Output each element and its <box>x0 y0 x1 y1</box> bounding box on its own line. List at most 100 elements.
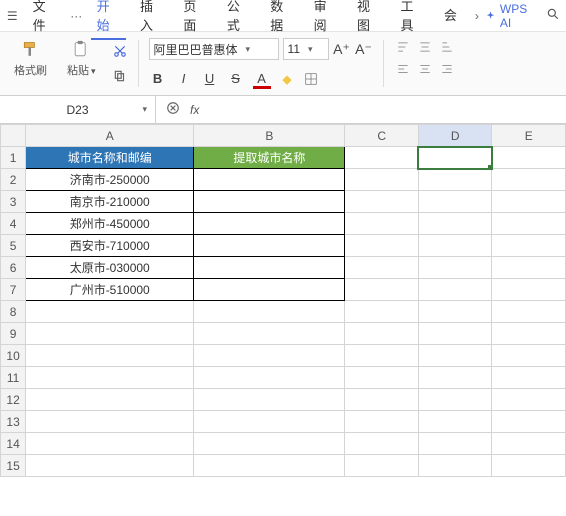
cell-B7[interactable] <box>194 279 345 301</box>
row-header[interactable]: 5 <box>1 235 26 257</box>
cell[interactable] <box>194 323 345 345</box>
wps-ai-button[interactable]: WPS AI <box>485 2 538 30</box>
cell[interactable] <box>492 411 566 433</box>
row-header[interactable]: 7 <box>1 279 26 301</box>
cell[interactable] <box>418 455 492 477</box>
cell[interactable] <box>418 235 492 257</box>
cell[interactable] <box>345 433 419 455</box>
cancel-formula-button[interactable] <box>166 101 180 118</box>
cell-B4[interactable] <box>194 213 345 235</box>
align-right-button[interactable] <box>438 60 456 78</box>
row-header[interactable]: 9 <box>1 323 26 345</box>
cell-D1[interactable] <box>418 147 492 169</box>
cell-A5[interactable]: 西安市-710000 <box>26 235 194 257</box>
cell[interactable] <box>26 411 194 433</box>
cell[interactable] <box>26 301 194 323</box>
cell[interactable] <box>345 235 419 257</box>
row-header[interactable]: 8 <box>1 301 26 323</box>
cell[interactable] <box>194 433 345 455</box>
borders-button[interactable] <box>303 71 319 87</box>
cell[interactable] <box>26 455 194 477</box>
cell[interactable] <box>345 345 419 367</box>
cell[interactable] <box>345 169 419 191</box>
cell-A1[interactable]: 城市名称和邮编 <box>26 147 194 169</box>
cell[interactable] <box>26 323 194 345</box>
cell-B3[interactable] <box>194 191 345 213</box>
cell[interactable] <box>492 169 566 191</box>
menu-tools[interactable]: 工具 <box>394 0 429 40</box>
cell[interactable] <box>345 455 419 477</box>
cell[interactable] <box>418 169 492 191</box>
row-header[interactable]: 4 <box>1 213 26 235</box>
cell[interactable] <box>26 433 194 455</box>
cell[interactable] <box>26 367 194 389</box>
cell-B2[interactable] <box>194 169 345 191</box>
menu-start[interactable]: 开始 <box>91 0 126 40</box>
row-header[interactable]: 2 <box>1 169 26 191</box>
underline-button[interactable]: U <box>201 71 219 89</box>
cell[interactable] <box>492 389 566 411</box>
decrease-font-button[interactable]: A⁻ <box>355 41 373 58</box>
cell[interactable] <box>345 367 419 389</box>
cell[interactable] <box>418 257 492 279</box>
name-box[interactable]: D23 ▾ <box>0 96 156 123</box>
cell[interactable] <box>418 411 492 433</box>
cell[interactable] <box>418 213 492 235</box>
menu-overflow-chevron[interactable]: › <box>471 9 483 23</box>
cell[interactable] <box>418 433 492 455</box>
fill-color-button[interactable] <box>279 71 295 87</box>
increase-font-button[interactable]: A⁺ <box>333 41 351 58</box>
row-header[interactable]: 14 <box>1 433 26 455</box>
italic-button[interactable]: I <box>175 71 193 89</box>
cell[interactable] <box>26 389 194 411</box>
menu-view[interactable]: 视图 <box>351 0 386 40</box>
menu-insert[interactable]: 插入 <box>134 0 169 40</box>
col-header-E[interactable]: E <box>492 125 566 147</box>
cell[interactable] <box>418 389 492 411</box>
cell[interactable] <box>418 301 492 323</box>
copy-button[interactable] <box>112 68 128 84</box>
font-color-button[interactable]: A <box>253 71 271 89</box>
cell[interactable] <box>345 191 419 213</box>
font-size-select[interactable]: 11 ▾ <box>283 38 329 60</box>
menu-page[interactable]: 页面 <box>177 0 212 40</box>
cell-A4[interactable]: 郑州市-450000 <box>26 213 194 235</box>
search-icon[interactable] <box>546 7 560 24</box>
cell[interactable] <box>418 191 492 213</box>
align-middle-button[interactable] <box>416 38 434 56</box>
more-menu-icon[interactable]: ··· <box>70 9 83 23</box>
row-header[interactable]: 10 <box>1 345 26 367</box>
cell[interactable] <box>194 367 345 389</box>
menu-review[interactable]: 审阅 <box>308 0 343 40</box>
cell[interactable] <box>194 389 345 411</box>
col-header-B[interactable]: B <box>194 125 345 147</box>
cut-button[interactable] <box>112 43 128 59</box>
align-top-button[interactable] <box>394 38 412 56</box>
menu-data[interactable]: 数据 <box>264 0 299 40</box>
cell-A2[interactable]: 济南市-250000 <box>26 169 194 191</box>
cell[interactable] <box>492 235 566 257</box>
cell[interactable] <box>26 345 194 367</box>
row-header[interactable]: 6 <box>1 257 26 279</box>
col-header-A[interactable]: A <box>26 125 194 147</box>
cell[interactable] <box>492 323 566 345</box>
align-center-button[interactable] <box>416 60 434 78</box>
cell-B1[interactable]: 提取城市名称 <box>194 147 345 169</box>
row-header[interactable]: 3 <box>1 191 26 213</box>
cell[interactable] <box>492 257 566 279</box>
cell[interactable] <box>492 213 566 235</box>
menu-formula[interactable]: 公式 <box>221 0 256 40</box>
menu-member[interactable]: 会 <box>438 1 463 30</box>
cell[interactable] <box>345 411 419 433</box>
cell[interactable] <box>345 323 419 345</box>
cell[interactable] <box>345 213 419 235</box>
cell-E1[interactable] <box>492 147 566 169</box>
cell-A3[interactable]: 南京市-210000 <box>26 191 194 213</box>
strikethrough-button[interactable]: S <box>227 71 245 89</box>
cell[interactable] <box>194 411 345 433</box>
cell[interactable] <box>194 345 345 367</box>
cell[interactable] <box>345 389 419 411</box>
cell-B5[interactable] <box>194 235 345 257</box>
row-header[interactable]: 12 <box>1 389 26 411</box>
cell-B6[interactable] <box>194 257 345 279</box>
